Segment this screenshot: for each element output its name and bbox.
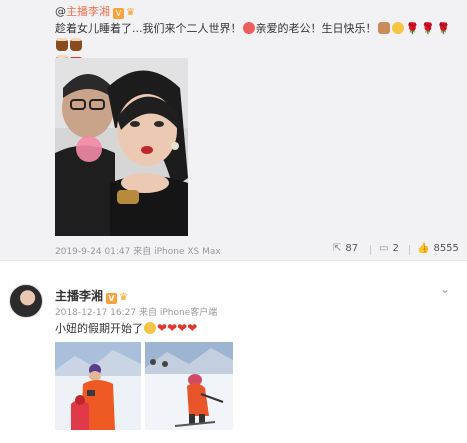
ski-photo-illustration — [145, 342, 233, 430]
smile-emoji-icon — [391, 22, 404, 34]
rose-icon: 🌹 — [421, 22, 435, 35]
like-button[interactable]: 👍 8555 — [417, 243, 459, 254]
repost-count: 87 — [345, 243, 359, 254]
author-name-link[interactable]: 主播李湘 — [55, 289, 103, 303]
chevron-down-icon[interactable]: ⌄ — [440, 282, 450, 296]
comment-button[interactable]: ▭ 2 — [379, 243, 399, 254]
comment-icon: ▭ — [379, 243, 389, 254]
post-text-content: 小妞的假期开始了 — [55, 322, 143, 335]
post-text-part1: 趁着女儿睡着了...我们来个二人世界！ — [55, 22, 242, 35]
post-source: 来自 iPhone XS Max — [133, 247, 221, 257]
crown-icon: ♛ — [119, 292, 128, 303]
at-symbol: @ — [55, 5, 66, 18]
post-author: 主播李湘 V ♛ — [55, 287, 128, 304]
post-meta: 2019-9-24 01:47 来自 iPhone XS Max — [55, 244, 221, 257]
like-count: 8555 — [433, 243, 459, 254]
post-timestamp[interactable]: 2019-9-24 01:47 — [55, 247, 130, 257]
heart-icon: ❤ — [177, 321, 188, 335]
repost-header: @主播李湘 V ♛ — [55, 3, 135, 19]
heart-icon: ❤ — [187, 321, 198, 335]
avatar[interactable] — [9, 284, 43, 318]
thumbs-up-icon: 👍 — [417, 243, 430, 254]
repost-button[interactable]: ⇱ 87 — [333, 243, 358, 254]
ski-photo-illustration — [55, 342, 141, 430]
post-source: 来自 iPhone客户端 — [138, 308, 218, 318]
divider — [370, 245, 371, 255]
post-text: 小妞的假期开始了 ❤❤❤❤ — [55, 320, 197, 336]
heart-icon: ❤ — [157, 321, 168, 335]
post-photo[interactable] — [145, 342, 233, 430]
post-photo[interactable] — [55, 58, 188, 236]
comment-count: 2 — [392, 243, 399, 254]
divider — [409, 245, 410, 255]
post-text-part2: 亲爱的老公！生日快乐！ — [255, 22, 377, 35]
rose-icon: 🌹 — [436, 22, 451, 35]
crown-icon: ♛ — [126, 7, 135, 18]
post-photo[interactable] — [55, 342, 141, 430]
verified-badge-icon: V — [113, 8, 124, 19]
verified-badge-icon: V — [106, 293, 118, 304]
couple-photo-illustration — [55, 58, 188, 236]
cake-icon — [56, 38, 68, 51]
rose-icon: 🌹 — [405, 22, 420, 35]
couple-emoji-icon — [377, 22, 390, 34]
love-face-emoji-icon — [144, 322, 156, 334]
post-meta: 2018-12-17 16:27 来自 iPhone客户端 — [55, 305, 217, 318]
post-timestamp[interactable]: 2018-12-17 16:27 — [55, 308, 136, 318]
repost-icon: ⇱ — [333, 243, 342, 254]
author-link[interactable]: 主播李湘 — [66, 5, 110, 18]
cake-icon — [70, 38, 82, 51]
love-face-emoji-icon — [242, 22, 255, 34]
heart-icon: ❤ — [167, 321, 178, 335]
